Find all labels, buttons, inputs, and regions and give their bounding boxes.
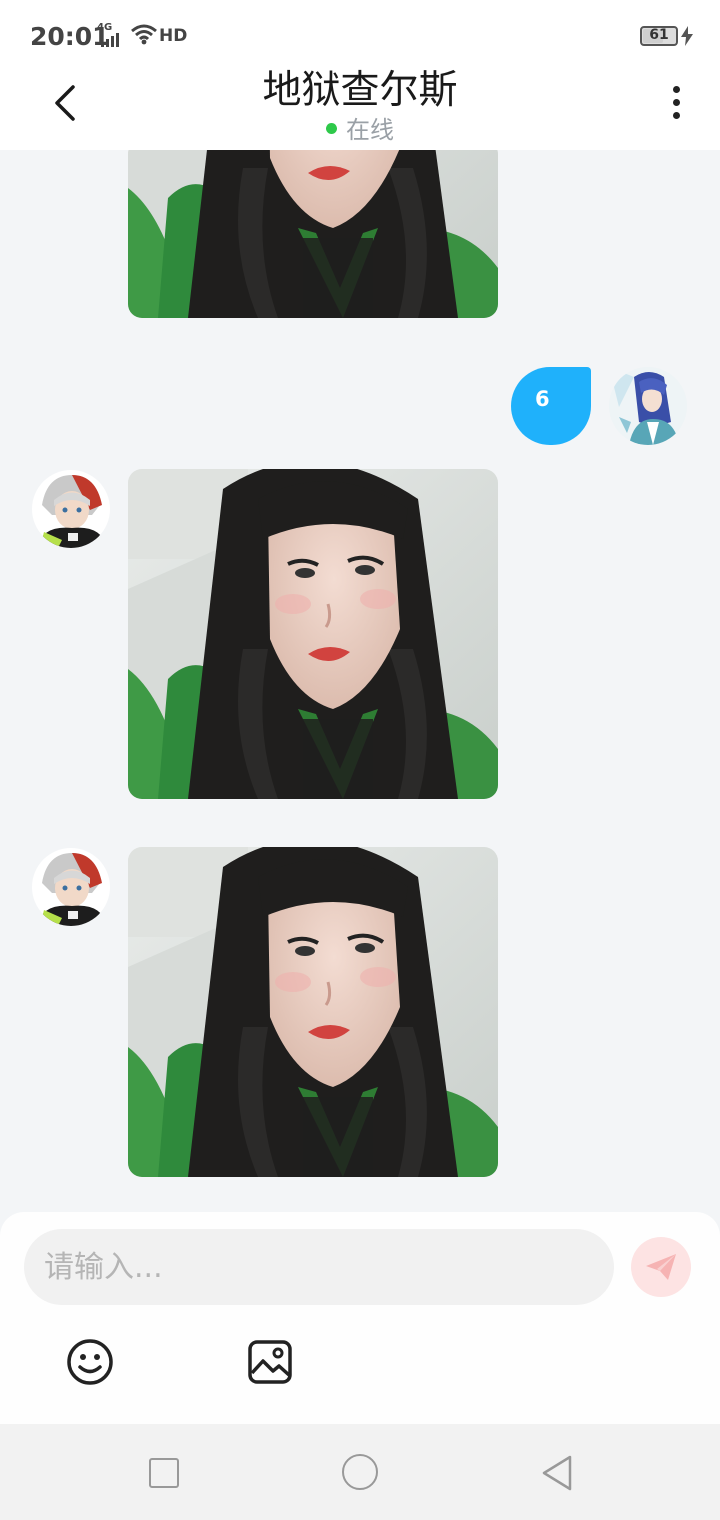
more-vertical-icon (672, 85, 680, 93)
home-icon[interactable] (342, 1454, 378, 1490)
image-icon[interactable] (247, 1339, 293, 1385)
contact-avatar[interactable] (32, 470, 110, 548)
wifi-icon (131, 24, 157, 45)
image-message[interactable] (128, 469, 498, 799)
online-dot-icon (326, 123, 337, 134)
message-text: 6 (535, 387, 550, 411)
charging-bolt-icon (681, 26, 693, 46)
back-triangle-icon[interactable] (540, 1454, 574, 1492)
message-input[interactable] (24, 1229, 614, 1305)
network-type-label: 4G (97, 22, 113, 33)
send-button[interactable] (631, 1237, 691, 1297)
contact-avatar[interactable] (32, 848, 110, 926)
image-message[interactable] (128, 847, 498, 1177)
sent-message-bubble[interactable]: 6 (511, 367, 591, 445)
hd-indicator: HD (159, 26, 188, 46)
emoji-icon[interactable] (66, 1338, 114, 1386)
message-list[interactable]: 6 (0, 150, 720, 1212)
online-status: 在线 (0, 110, 720, 145)
composer (0, 1212, 720, 1424)
battery-icon: 61 (640, 26, 678, 46)
online-status-label: 在线 (346, 116, 394, 144)
system-nav-bar (0, 1424, 720, 1520)
chat-header: 地狱查尔斯 在线 (0, 68, 720, 150)
send-icon (646, 1254, 676, 1280)
my-avatar[interactable] (609, 367, 687, 445)
contact-name: 地狱查尔斯 (262, 68, 458, 113)
cellular-signal-icon: 4G (97, 22, 125, 47)
recent-apps-icon[interactable] (149, 1458, 179, 1488)
battery-level: 61 (649, 27, 669, 43)
image-message[interactable] (128, 150, 498, 318)
more-options-button[interactable] (662, 80, 690, 124)
